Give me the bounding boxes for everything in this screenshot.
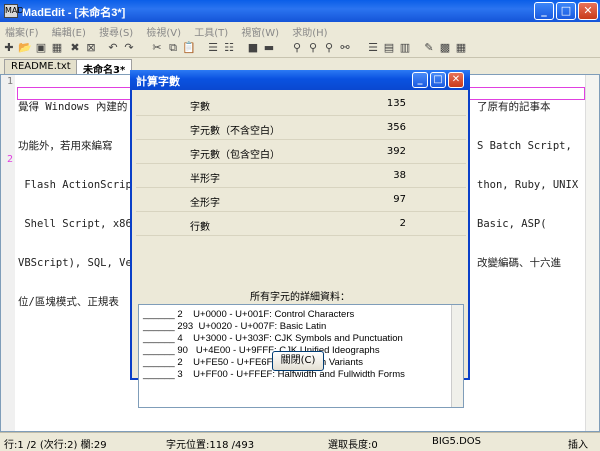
text-line: Basic, ASP( xyxy=(477,218,547,230)
list-item: ______ 2 U+0000 - U+001F: Control Charac… xyxy=(143,309,355,320)
text-line: thon, Ruby, UNIX xyxy=(477,179,579,191)
detail-list-scrollbar[interactable] xyxy=(451,305,463,407)
paste-icon[interactable]: 📋 xyxy=(182,41,196,55)
main-titlebar: MAD MadEdit - [未命名3*] _ □ ✕ xyxy=(0,0,600,22)
indent-icon[interactable]: ☰ xyxy=(206,41,220,55)
redo-icon[interactable]: ↷ xyxy=(122,41,136,55)
dialog-maximize-button[interactable]: □ xyxy=(430,72,446,88)
stat-fullwidth: 全形字 97 xyxy=(136,188,466,212)
undo-icon[interactable]: ↶ xyxy=(106,41,120,55)
save-icon[interactable]: ▣ xyxy=(34,41,48,55)
find-icon[interactable]: ⚲ xyxy=(290,41,304,55)
outdent-icon[interactable]: ☷ xyxy=(222,41,236,55)
line-number: 1 xyxy=(6,76,13,87)
list-item: ______ 4 U+3000 - U+303F: CJK Symbols an… xyxy=(143,333,403,344)
dialog-minimize-button[interactable]: _ xyxy=(412,72,428,88)
editor-text-right: 了原有的記事本 S Batch Script, thon, Ruby, UNIX… xyxy=(477,75,587,322)
stats-panel: 字數 135 字元數（不含空白） 356 字元數（包含空白） 392 半形字 3… xyxy=(136,92,466,282)
maximize-button[interactable]: □ xyxy=(556,2,576,20)
line-number: 2 xyxy=(6,154,13,165)
stat-words: 字數 135 xyxy=(136,92,466,116)
text-line: 改變編碼、十六進 xyxy=(477,257,561,269)
cut-icon[interactable]: ✂ xyxy=(150,41,164,55)
status-position: 行:1 /2 (次行:2) 欄:29 xyxy=(4,440,107,451)
plugin-icon[interactable]: ▩ xyxy=(438,41,452,55)
stat-lines: 行數 2 xyxy=(136,212,466,236)
find-prev-icon[interactable]: ⚲ xyxy=(322,41,336,55)
stat-chars-with-space: 字元數（包含空白） 392 xyxy=(136,140,466,164)
line-number xyxy=(1,127,15,140)
stat-halfwidth: 半形字 38 xyxy=(136,164,466,188)
app-icon: MAD xyxy=(4,4,24,18)
status-mode: 插入 xyxy=(568,440,588,451)
status-bar: 行:1 /2 (次行:2) 欄:29 字元位置:118 /493 選取長度:0 … xyxy=(0,432,600,451)
close-file-icon[interactable]: ✖ xyxy=(68,41,82,55)
window-title: MadEdit - [未命名3*] xyxy=(22,7,126,19)
line-number xyxy=(1,101,15,114)
color-icon[interactable]: ▦ xyxy=(454,41,468,55)
hex-mode-icon[interactable]: ▥ xyxy=(398,41,412,55)
list-item: ______ 90 U+4E00 - U+9FFF: CJK Unified I… xyxy=(143,345,380,356)
stat-chars-no-space: 字元數（不含空白） 356 xyxy=(136,116,466,140)
new-file-icon[interactable]: ✚ xyxy=(2,41,16,55)
tab-readme[interactable]: README.txt xyxy=(4,59,78,74)
list-item: ______ 2 U+FE50 - U+FE6F: Small Form Var… xyxy=(143,357,363,368)
comment-icon[interactable]: ■ xyxy=(246,41,260,55)
detail-label: 所有字元的詳細資料： xyxy=(250,292,350,303)
line-number xyxy=(1,140,15,153)
close-all-icon[interactable]: ⊠ xyxy=(84,41,98,55)
open-file-icon[interactable]: 📂 xyxy=(18,41,32,55)
menu-bar: 檔案(F) 編輯(E) 搜尋(S) 檢視(V) 工具(T) 視窗(W) 求助(H… xyxy=(0,22,600,39)
uncomment-icon[interactable]: ▬ xyxy=(262,41,276,55)
replace-icon[interactable]: ⚯ xyxy=(338,41,352,55)
editor-scrollbar[interactable] xyxy=(585,75,599,431)
status-char-pos: 字元位置:118 /493 xyxy=(166,440,255,451)
line-gutter: 1 2 xyxy=(1,75,15,431)
dialog-close-icon[interactable]: ✕ xyxy=(448,72,464,88)
word-count-dialog: 計算字數 _ □ ✕ 字數 135 字元數（不含空白） 356 字元數（包含空白… xyxy=(130,70,470,408)
tab-untitled3[interactable]: 未命名3* xyxy=(76,59,133,76)
toolbar: ✚ 📂 ▣ ▦ ✖ ⊠ ↶ ↷ ✂ ⧉ 📋 ☰ ☷ ■ ▬ ⚲ ⚲ ⚲ ⚯ ☰ … xyxy=(0,38,600,58)
line-number xyxy=(1,114,15,127)
dialog-title: 計算字數 xyxy=(136,75,180,88)
options-icon[interactable]: ✎ xyxy=(422,41,436,55)
text-line: S Batch Script, xyxy=(477,140,572,152)
copy-icon[interactable]: ⧉ xyxy=(166,41,180,55)
minimize-button[interactable]: _ xyxy=(534,2,554,20)
dialog-titlebar: 計算字數 _ □ ✕ xyxy=(130,70,470,90)
status-selection: 選取長度:0 xyxy=(328,440,378,451)
find-next-icon[interactable]: ⚲ xyxy=(306,41,320,55)
close-window-button[interactable]: ✕ xyxy=(578,2,598,20)
close-button[interactable]: 關閉(C) xyxy=(272,351,324,371)
text-line: 了原有的記事本 xyxy=(477,101,551,113)
save-all-icon[interactable]: ▦ xyxy=(50,41,64,55)
text-mode-icon[interactable]: ☰ xyxy=(366,41,380,55)
column-mode-icon[interactable]: ▤ xyxy=(382,41,396,55)
list-item: ______ 293 U+0020 - U+007F: Basic Latin xyxy=(143,321,327,332)
line-number xyxy=(1,88,15,101)
status-encoding: BIG5.DOS xyxy=(432,436,482,447)
